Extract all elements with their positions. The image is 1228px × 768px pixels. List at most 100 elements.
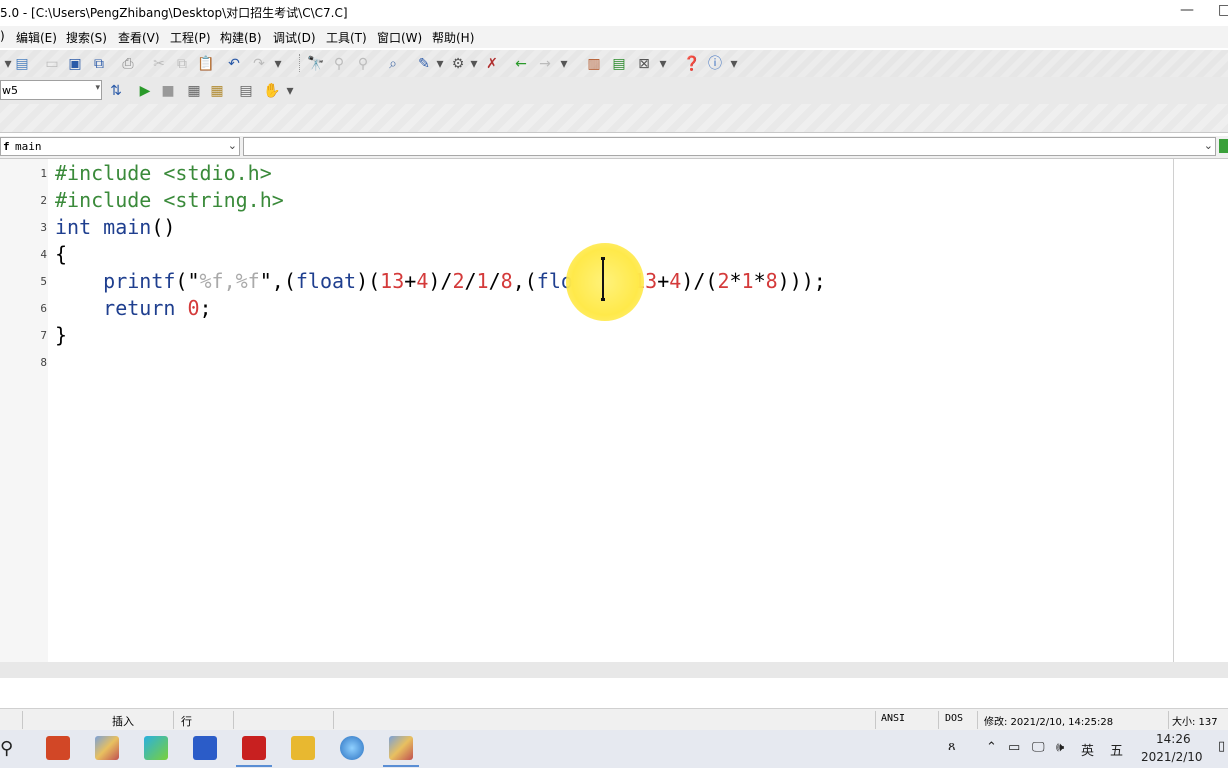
horizontal-scrollbar[interactable] bbox=[0, 662, 1228, 678]
powerpoint-icon[interactable] bbox=[46, 736, 70, 760]
more-dropdown-icon[interactable]: ▾ bbox=[282, 83, 298, 99]
paint-app-icon[interactable] bbox=[95, 736, 119, 760]
cut-icon[interactable]: ✂ bbox=[151, 56, 167, 72]
code-line[interactable]: } bbox=[55, 323, 67, 347]
menu-edit[interactable]: 编辑(E) bbox=[16, 29, 57, 46]
mouse-highlight bbox=[566, 243, 644, 321]
ime-mode[interactable]: 五 bbox=[1110, 740, 1123, 759]
chevron-up-icon[interactable]: ⌃ bbox=[986, 740, 997, 755]
build-settings-icon[interactable]: ⚙ bbox=[450, 56, 466, 72]
menu-debug[interactable]: 调试(D) bbox=[273, 29, 316, 46]
toolbar-filler bbox=[0, 104, 1228, 133]
people-icon[interactable]: ጸ bbox=[948, 739, 956, 754]
find-in-files-icon[interactable]: ⌕ bbox=[385, 56, 401, 72]
help-dropdown-icon[interactable]: ▾ bbox=[726, 56, 742, 72]
menu-view[interactable]: 查看(V) bbox=[118, 29, 160, 46]
config-combo[interactable]: w5 ▾ bbox=[0, 80, 102, 100]
menu-build[interactable]: 构建(B) bbox=[220, 29, 262, 46]
title-bar: 5.0 - [C:\Users\PengZhibang\Desktop\对口招生… bbox=[0, 0, 1228, 24]
symbol-combo[interactable]: ⌄ bbox=[243, 137, 1216, 156]
compile-icon[interactable]: ✎ bbox=[416, 56, 432, 72]
code-token: / bbox=[464, 269, 477, 293]
build-all-icon[interactable]: ▦ bbox=[209, 83, 225, 99]
code-line[interactable]: int main() bbox=[55, 215, 175, 239]
compile-file-icon[interactable]: ▦ bbox=[186, 83, 202, 99]
stop-icon[interactable]: ■ bbox=[160, 83, 176, 99]
code-editor[interactable]: 1 2 3 4 5 6 7 8 #include <stdio.h> #inclu… bbox=[0, 159, 1228, 662]
window-dropdown-icon[interactable]: ▾ bbox=[655, 56, 671, 72]
bookmark-next-icon[interactable]: ▤ bbox=[611, 56, 627, 72]
maximize-button[interactable]: □ bbox=[1218, 2, 1228, 18]
stop-build-icon[interactable]: ✗ bbox=[484, 56, 500, 72]
code-token: #include <string.h> bbox=[55, 188, 284, 212]
nav-dropdown-icon[interactable]: ▾ bbox=[556, 56, 572, 72]
chevron-down-icon[interactable]: ⌄ bbox=[1204, 139, 1213, 152]
find-icon[interactable]: 🔭 bbox=[307, 56, 324, 72]
open-workspace-icon[interactable]: ▤ bbox=[14, 56, 30, 72]
network-icon[interactable]: 🖵 bbox=[1032, 740, 1045, 755]
chevron-down-icon[interactable]: ▾ bbox=[95, 83, 100, 93]
code-token: 8 bbox=[500, 269, 513, 293]
menu-search[interactable]: 搜索(S) bbox=[66, 29, 107, 46]
code-line[interactable]: { bbox=[55, 242, 67, 266]
paint-app-2-icon[interactable] bbox=[389, 736, 413, 760]
build-dropdown-icon[interactable]: ▾ bbox=[466, 56, 482, 72]
find-next-icon[interactable]: ⚲ bbox=[331, 56, 347, 72]
menu-help[interactable]: 帮助(H) bbox=[432, 29, 474, 46]
code-line[interactable]: #include <string.h> bbox=[55, 188, 284, 212]
function-combo[interactable]: f main ⌄ bbox=[0, 137, 240, 156]
volume-icon[interactable]: 🕪 bbox=[1056, 740, 1064, 755]
properties-icon[interactable]: ▤ bbox=[238, 83, 254, 99]
clock-time[interactable]: 14:26 bbox=[1156, 732, 1191, 746]
build-config-icon[interactable]: ⇅ bbox=[108, 83, 124, 99]
c-free-icon[interactable] bbox=[242, 736, 266, 760]
hand-icon[interactable]: ✋ bbox=[263, 83, 280, 99]
search-icon[interactable]: ⚲ bbox=[0, 738, 13, 759]
find-prev-icon[interactable]: ⚲ bbox=[355, 56, 371, 72]
close-window-icon[interactable]: ⊠ bbox=[636, 56, 652, 72]
bookmark-icon[interactable]: ▥ bbox=[586, 56, 602, 72]
code-token: float bbox=[295, 269, 357, 293]
paste-icon[interactable]: 📋 bbox=[197, 56, 214, 72]
save-all-icon[interactable]: ⧉ bbox=[91, 56, 107, 72]
compile-dropdown-icon[interactable]: ▾ bbox=[432, 56, 448, 72]
undo-icon[interactable]: ↶ bbox=[226, 56, 242, 72]
save-icon[interactable]: ▣ bbox=[67, 56, 83, 72]
print-icon[interactable]: ⎙ bbox=[120, 56, 136, 72]
word-icon[interactable] bbox=[193, 736, 217, 760]
running-app-indicator bbox=[383, 765, 419, 767]
browser-icon[interactable] bbox=[340, 736, 364, 760]
back-arrow-icon[interactable]: ← bbox=[513, 56, 529, 72]
minimize-button[interactable]: — bbox=[1180, 2, 1194, 18]
clock-date[interactable]: 2021/2/10 bbox=[1141, 750, 1203, 764]
redo-icon[interactable]: ↷ bbox=[251, 56, 267, 72]
info-icon[interactable]: ⓘ bbox=[707, 56, 723, 72]
redo-dropdown-icon[interactable]: ▾ bbox=[270, 56, 286, 72]
menu-project[interactable]: 工程(P) bbox=[170, 29, 211, 46]
line-number: 1 bbox=[40, 167, 47, 180]
run-icon[interactable]: ▶ bbox=[137, 83, 153, 99]
menu-prev-edge[interactable]: ) bbox=[0, 29, 5, 43]
chevron-down-icon[interactable]: ⌄ bbox=[228, 139, 237, 152]
code-token: return bbox=[55, 296, 188, 320]
text-cursor-icon bbox=[601, 257, 605, 301]
ime-language[interactable]: 英 bbox=[1081, 740, 1094, 759]
menu-tools[interactable]: 工具(T) bbox=[326, 29, 367, 46]
forward-arrow-icon[interactable]: → bbox=[537, 56, 553, 72]
battery-icon[interactable]: ▭ bbox=[1008, 740, 1020, 755]
go-button-icon[interactable] bbox=[1219, 139, 1228, 153]
help-icon[interactable]: ❓ bbox=[683, 56, 700, 72]
notification-icon[interactable]: ▯ bbox=[1218, 739, 1225, 754]
windows-store-icon[interactable] bbox=[144, 736, 168, 760]
code-line[interactable]: return 0; bbox=[55, 296, 211, 320]
code-token: () bbox=[151, 215, 176, 239]
code-token: 13 bbox=[380, 269, 405, 293]
line-number: 4 bbox=[40, 248, 47, 261]
file-explorer-icon[interactable] bbox=[291, 736, 315, 760]
code-line[interactable]: printf("%f,%f",(float)(13+4)/2/1/8,(floa… bbox=[55, 269, 826, 293]
copy-icon[interactable]: ⧉ bbox=[174, 56, 190, 72]
new-file-icon[interactable]: ▭ bbox=[44, 56, 60, 72]
right-margin-guide bbox=[1173, 159, 1174, 662]
code-line[interactable]: #include <stdio.h> bbox=[55, 161, 272, 185]
menu-window[interactable]: 窗口(W) bbox=[377, 29, 422, 46]
